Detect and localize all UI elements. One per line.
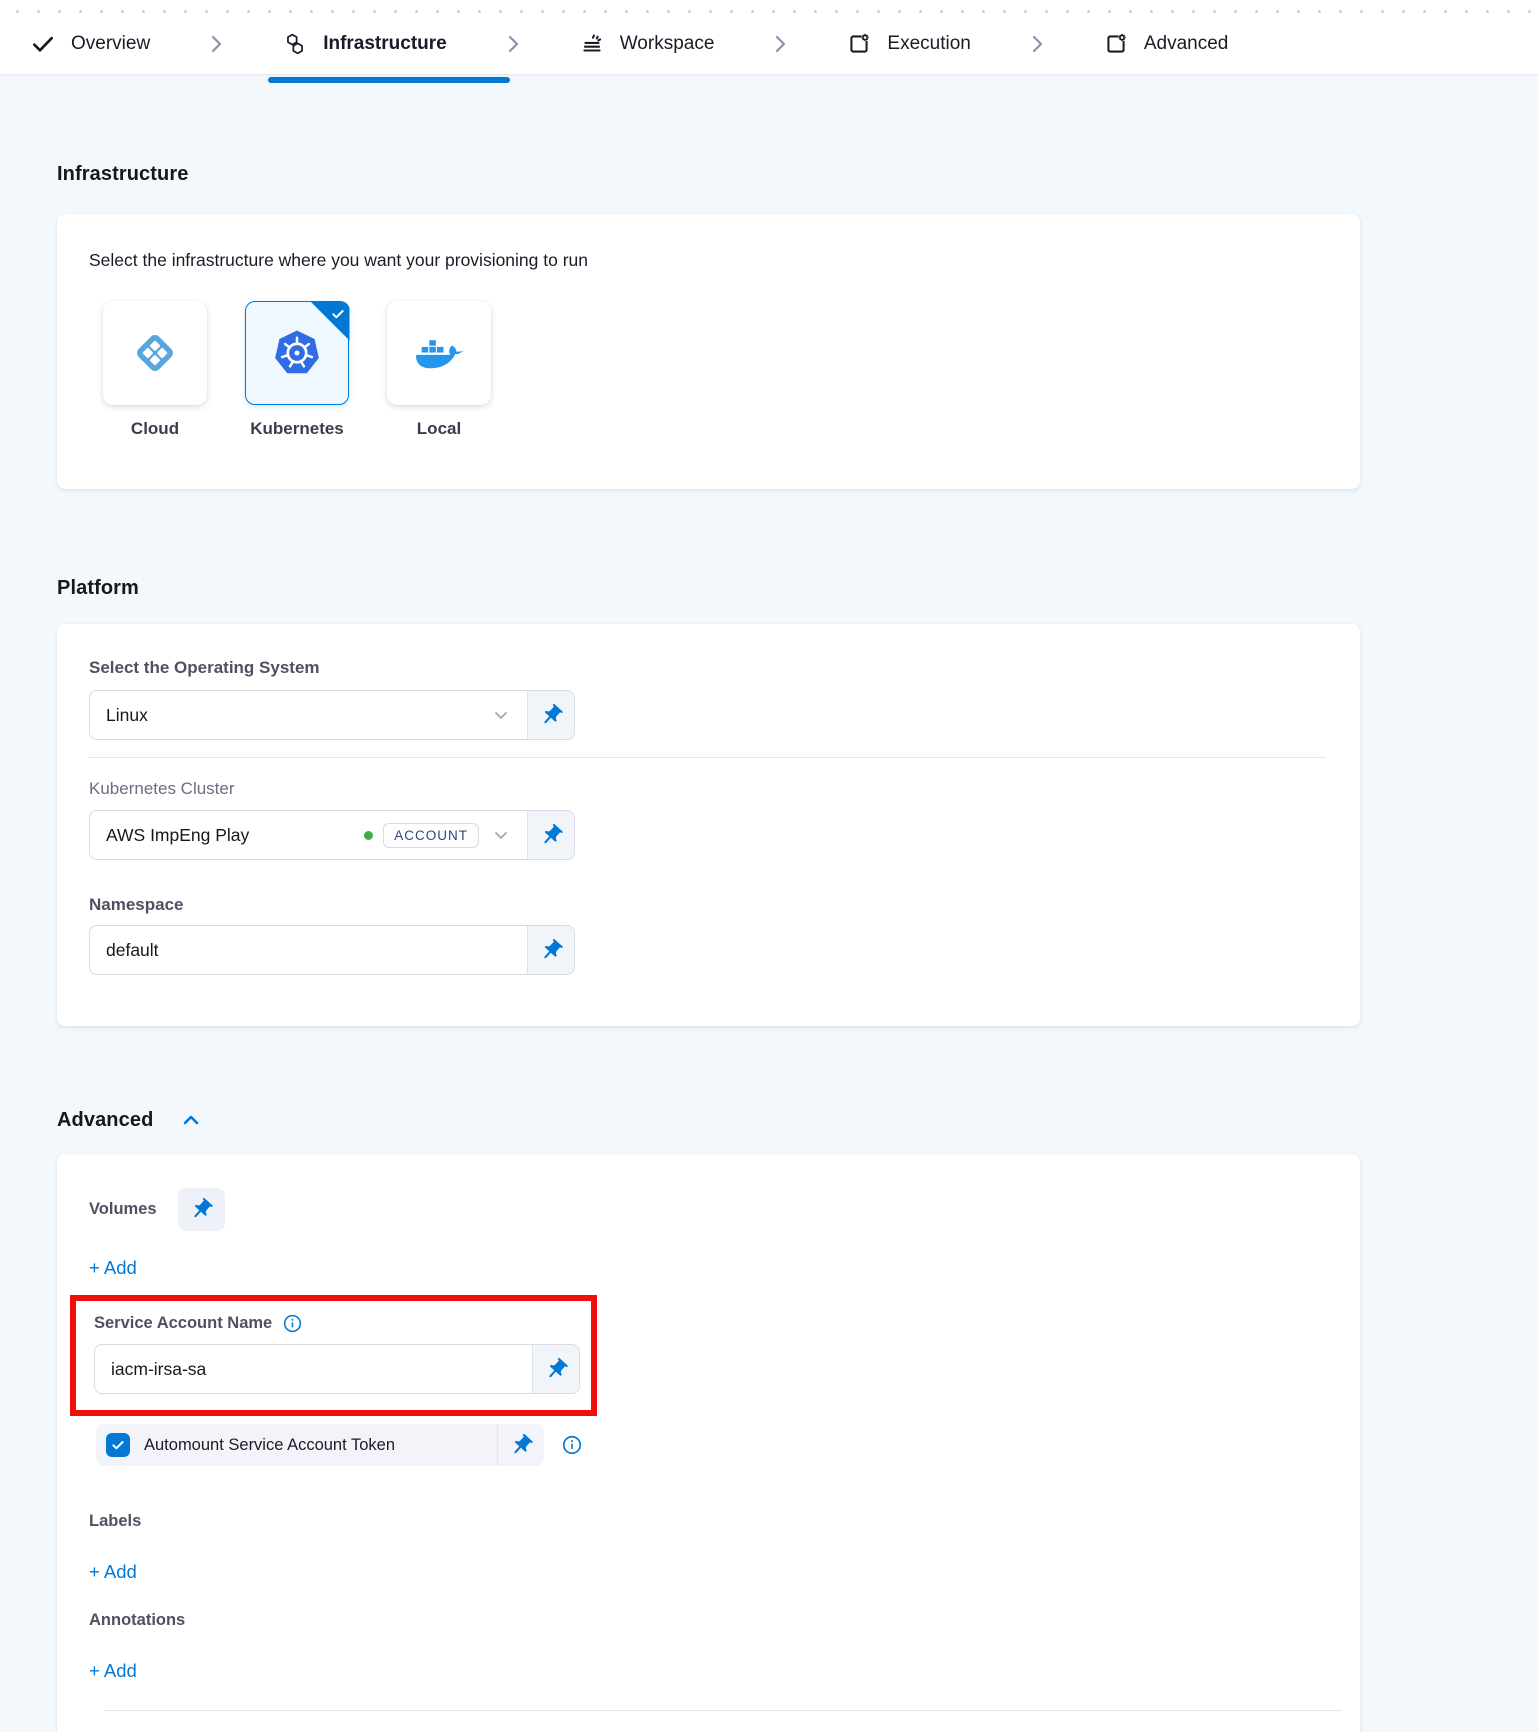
wizard-tab-bar: Overview Infrastructure Workspace Execut…	[0, 13, 1538, 75]
kubernetes-option-tile[interactable]	[245, 301, 349, 405]
add-label-button[interactable]: + Add	[89, 1561, 137, 1583]
docker-icon	[412, 326, 466, 380]
os-select[interactable]: Linux	[90, 691, 527, 739]
divider	[105, 1710, 1342, 1711]
chevron-up-icon	[179, 1108, 203, 1132]
pin-icon	[539, 938, 564, 963]
tile-label: Kubernetes	[250, 419, 344, 439]
dotted-top-strip	[0, 0, 1538, 13]
chevron-down-icon[interactable]	[491, 825, 511, 845]
namespace-input-group	[89, 925, 575, 975]
tile-label: Local	[417, 419, 461, 439]
pin-runtime-input-button[interactable]	[532, 1345, 579, 1393]
tab-infrastructure[interactable]: Infrastructure	[282, 31, 447, 57]
check-icon	[330, 306, 346, 322]
tab-label: Infrastructure	[323, 33, 447, 55]
infrastructure-section-heading: Infrastructure	[57, 163, 1538, 186]
collapse-section-button[interactable]	[179, 1108, 203, 1132]
automount-token-row: Automount Service Account Token	[96, 1424, 544, 1466]
cluster-select[interactable]: AWS ImpEng Play ACCOUNT	[90, 811, 527, 859]
os-select-value: Linux	[106, 705, 148, 726]
hexagons-icon	[282, 31, 308, 57]
infrastructure-option-local: Local	[387, 301, 491, 439]
infrastructure-option-cloud: Cloud	[103, 301, 207, 439]
annotation-highlight-box: Service Account Name	[70, 1295, 597, 1416]
pin-runtime-input-button[interactable]	[527, 811, 574, 859]
divider	[89, 757, 1326, 758]
service-account-name-label: Service Account Name	[94, 1314, 272, 1333]
pin-icon	[539, 823, 564, 848]
automount-label: Automount Service Account Token	[144, 1436, 395, 1455]
infrastructure-options: Cloud	[89, 301, 1328, 439]
check-icon	[30, 31, 56, 57]
connector-status-dot	[364, 831, 373, 840]
service-account-name-input[interactable]	[111, 1359, 516, 1380]
tab-execution[interactable]: Execution	[846, 31, 970, 57]
cloud-option-tile[interactable]	[103, 301, 207, 405]
check-icon	[110, 1437, 126, 1453]
platform-card: Select the Operating System Linux Kubern…	[57, 624, 1360, 1026]
pin-runtime-input-button[interactable]	[178, 1188, 225, 1231]
stack-icon	[579, 31, 605, 57]
infrastructure-description: Select the infrastructure where you want…	[89, 250, 1328, 271]
volumes-label: Volumes	[89, 1200, 157, 1219]
os-select-group: Linux	[89, 690, 575, 740]
automount-checkbox[interactable]	[106, 1433, 130, 1457]
cluster-select-value: AWS ImpEng Play	[106, 825, 249, 846]
chevron-right-icon	[204, 32, 228, 56]
kubernetes-icon	[270, 326, 324, 380]
tab-label: Execution	[887, 33, 970, 55]
chevron-right-icon	[768, 32, 792, 56]
tab-advanced[interactable]: Advanced	[1103, 31, 1229, 57]
infrastructure-card: Select the infrastructure where you want…	[57, 214, 1360, 489]
tab-label: Advanced	[1144, 33, 1229, 55]
pin-icon	[189, 1197, 214, 1222]
add-annotation-button[interactable]: + Add	[89, 1660, 137, 1682]
advanced-card: Volumes + Add Service Account Name	[57, 1154, 1360, 1732]
pin-icon	[544, 1357, 569, 1382]
pin-runtime-input-button[interactable]	[527, 691, 574, 739]
info-icon[interactable]	[282, 1313, 303, 1334]
active-tab-indicator	[268, 77, 510, 83]
chevron-down-icon[interactable]	[491, 705, 511, 725]
pin-icon	[509, 1433, 534, 1458]
pin-runtime-input-button[interactable]	[497, 1424, 544, 1466]
box-gear-icon	[846, 31, 872, 57]
infrastructure-option-kubernetes: Kubernetes	[245, 301, 349, 439]
cluster-select-group: AWS ImpEng Play ACCOUNT	[89, 810, 575, 860]
cluster-field-label: Kubernetes Cluster	[89, 779, 1328, 799]
local-option-tile[interactable]	[387, 301, 491, 405]
tab-label: Workspace	[620, 33, 715, 55]
info-icon[interactable]	[561, 1434, 583, 1456]
add-volume-button[interactable]: + Add	[89, 1257, 137, 1279]
scope-badge: ACCOUNT	[383, 823, 479, 848]
platform-section-heading: Platform	[57, 577, 1538, 600]
namespace-input[interactable]	[106, 940, 511, 961]
advanced-section-heading: Advanced	[57, 1109, 153, 1132]
service-account-input-group	[94, 1344, 580, 1394]
cloud-provider-icon	[128, 326, 182, 380]
namespace-field-label: Namespace	[89, 895, 1328, 915]
annotations-label: Annotations	[89, 1611, 1328, 1630]
pin-runtime-input-button[interactable]	[527, 926, 574, 974]
chevron-right-icon	[501, 32, 525, 56]
tab-overview[interactable]: Overview	[30, 31, 150, 57]
pin-icon	[539, 703, 564, 728]
chevron-right-icon	[1025, 32, 1049, 56]
tile-label: Cloud	[131, 419, 179, 439]
os-field-label: Select the Operating System	[89, 658, 1328, 678]
tab-workspace[interactable]: Workspace	[579, 31, 715, 57]
tab-label: Overview	[71, 33, 150, 55]
box-gear-icon	[1103, 31, 1129, 57]
labels-label: Labels	[89, 1512, 1328, 1531]
